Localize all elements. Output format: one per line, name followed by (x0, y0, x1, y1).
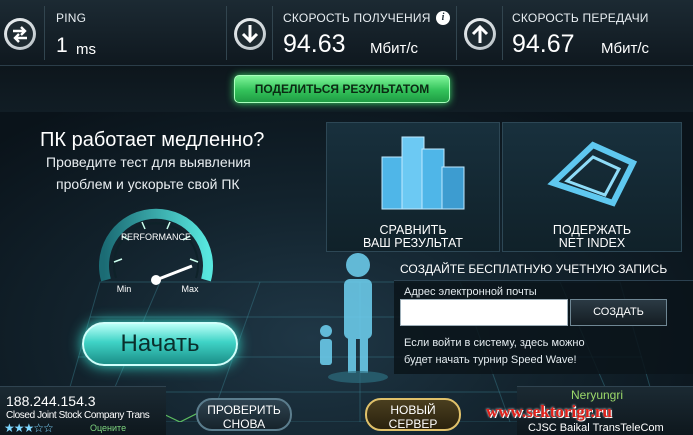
gauge-label: PERFORMANCE (121, 232, 191, 242)
rate-link[interactable]: Оцените (90, 423, 126, 433)
ping-unit: ms (76, 41, 96, 58)
ping-metric: PING 1 ms (0, 0, 226, 66)
watermark: www.sektorigr.ru (486, 402, 612, 421)
download-value: 94.63 (283, 30, 346, 58)
upload-metric: СКОРОСТЬ ПЕРЕДАЧИ 94.67 Мбит/с (456, 0, 693, 66)
test-again-button[interactable]: ПРОВЕРИТЬ СНОВА (196, 398, 292, 431)
server-city: Neryungri (571, 388, 624, 402)
gauge-min-label: Min (117, 284, 132, 294)
upload-arrow-icon (464, 18, 496, 50)
new-server-line1: НОВЫЙ (390, 403, 436, 417)
email-label: Адрес электронной почты (404, 286, 537, 298)
ping-value: 1 (56, 34, 68, 57)
download-arrow-icon (234, 18, 266, 50)
ip-address: 188.244.154.3 (6, 393, 96, 409)
support-net-index-tile[interactable]: ПОДЕРЖАТЬ NET INDEX (502, 122, 682, 252)
download-label: СКОРОСТЬ ПОЛУЧЕНИЯ (283, 11, 431, 25)
rating-stars[interactable]: ★★★☆☆ (4, 421, 54, 435)
create-account-title: СОЗДАЙТЕ БЕСПЛАТНУЮ УЧЕТНУЮ ЗАПИСЬ (400, 262, 668, 276)
new-server-button[interactable]: НОВЫЙ СЕРВЕР (365, 398, 461, 431)
account-description-line1: Если войти в систему, здесь можно (404, 337, 585, 349)
upload-unit: Мбит/с (601, 40, 650, 57)
promo-subtitle-line1: Проведите тест для выявления (46, 154, 251, 170)
account-description-line2: будет начать турнир Speed Wave! (404, 354, 577, 366)
ping-label: PING (56, 11, 87, 25)
isp-name: Closed Joint Stock Company Trans (6, 410, 150, 421)
support-label-line2: NET INDEX (558, 236, 626, 250)
upload-label: СКОРОСТЬ ПЕРЕДАЧИ (512, 11, 649, 25)
download-metric: СКОРОСТЬ ПОЛУЧЕНИЯ i 94.63 Мбит/с (226, 0, 456, 66)
server-host: CJSC Baikal TransTeleCom (528, 422, 664, 434)
promo-subtitle-line2: проблем и ускорьте свой ПК (56, 176, 240, 192)
upload-value: 94.67 (512, 30, 575, 58)
promo-title: ПК работает медленно? (40, 129, 265, 151)
start-button[interactable]: Начать (82, 322, 238, 366)
test-again-line2: СНОВА (222, 417, 266, 431)
create-account-button[interactable]: СОЗДАТЬ (570, 299, 667, 326)
test-again-line1: ПРОВЕРИТЬ (207, 403, 281, 417)
download-unit: Мбит/с (370, 40, 419, 57)
gauge-max-label: Max (181, 284, 199, 294)
performance-gauge: PERFORMANCE Min Max (99, 208, 213, 294)
share-result-button[interactable]: ПОДЕЛИТЬСЯ РЕЗУЛЬТАТОМ (234, 75, 450, 103)
new-server-line2: СЕРВЕР (388, 417, 438, 431)
share-bar: ПОДЕЛИТЬСЯ РЕЗУЛЬТАТОМ (0, 66, 693, 112)
net-index-icon (547, 141, 638, 207)
results-header: PING 1 ms СКОРОСТЬ ПОЛУЧЕНИЯ i 94.63 Мби… (0, 0, 693, 66)
info-icon[interactable]: i (436, 11, 450, 25)
user-figures-illustration (320, 253, 388, 383)
compare-results-tile[interactable]: СРАВНИТЬ ВАШ РЕЗУЛЬТАТ (326, 122, 500, 252)
bar-chart-icon (381, 136, 465, 210)
email-field[interactable] (400, 299, 568, 326)
ping-arrows-icon (4, 18, 36, 50)
